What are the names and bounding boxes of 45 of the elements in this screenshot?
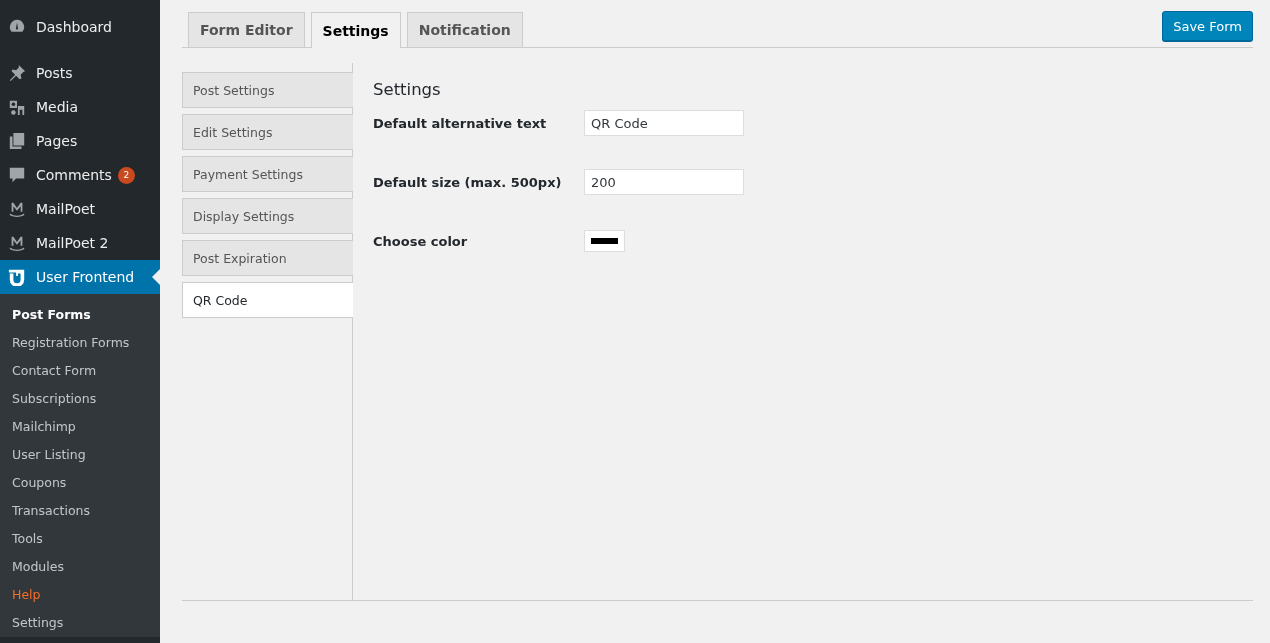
- submenu-item[interactable]: Settings: [0, 609, 160, 637]
- submenu-item[interactable]: Post Forms: [0, 301, 160, 329]
- field-label: Default size (max. 500px): [373, 174, 563, 190]
- menu-item[interactable]: Comments 2: [0, 158, 160, 192]
- submenu-item[interactable]: Registration Forms: [0, 329, 160, 357]
- text-field[interactable]: QR Code: [584, 110, 744, 136]
- mailpoet-icon: [8, 200, 26, 218]
- count-badge: 2: [117, 166, 135, 184]
- submenu-item[interactable]: Transactions: [0, 497, 160, 525]
- section-tab[interactable]: Post Settings: [182, 72, 353, 108]
- save-form-button[interactable]: Save Form: [1162, 11, 1253, 41]
- section-tab[interactable]: Edit Settings: [182, 114, 353, 150]
- field-label: Default alternative text: [373, 115, 548, 131]
- submenu-item[interactable]: Tools: [0, 525, 160, 553]
- submenu-item[interactable]: Mailchimp: [0, 413, 160, 441]
- plugin-logo-icon: [8, 268, 26, 286]
- tab[interactable]: Settings: [310, 12, 401, 48]
- menu-item[interactable]: Posts: [0, 56, 160, 90]
- tab[interactable]: Form Editor: [188, 12, 305, 47]
- speech-bubble-icon: [8, 166, 26, 184]
- menu-item[interactable]: MailPoet 2: [0, 226, 160, 260]
- panel-heading: Settings: [373, 80, 442, 99]
- submenu-item[interactable]: Help: [0, 581, 160, 609]
- text-field[interactable]: 200: [584, 169, 744, 195]
- media-icon: [8, 98, 26, 116]
- menu-item[interactable]: Media: [0, 90, 160, 124]
- menu-item[interactable]: Dashboard: [0, 10, 160, 44]
- submenu-item[interactable]: Modules: [0, 553, 160, 581]
- menu-item[interactable]: MailPoet: [0, 192, 160, 226]
- color-picker[interactable]: [584, 230, 625, 252]
- field-label: Choose color: [373, 233, 469, 249]
- section-tab[interactable]: QR Code: [182, 282, 353, 318]
- menu-item[interactable]: Pages: [0, 124, 160, 158]
- submenu-item[interactable]: Subscriptions: [0, 385, 160, 413]
- pin-icon: [8, 64, 26, 82]
- menu-item[interactable]: User Frontend: [0, 260, 160, 294]
- submenu-item[interactable]: User Listing: [0, 441, 160, 469]
- submenu-item[interactable]: Coupons: [0, 469, 160, 497]
- section-tab[interactable]: Payment Settings: [182, 156, 353, 192]
- section-tab[interactable]: Display Settings: [182, 198, 353, 234]
- tab[interactable]: Notification: [406, 12, 523, 47]
- submenu-item[interactable]: Contact Form: [0, 357, 160, 385]
- pages-icon: [8, 132, 26, 150]
- mailpoet-icon: [8, 234, 26, 252]
- section-tab[interactable]: Post Expiration: [182, 240, 353, 276]
